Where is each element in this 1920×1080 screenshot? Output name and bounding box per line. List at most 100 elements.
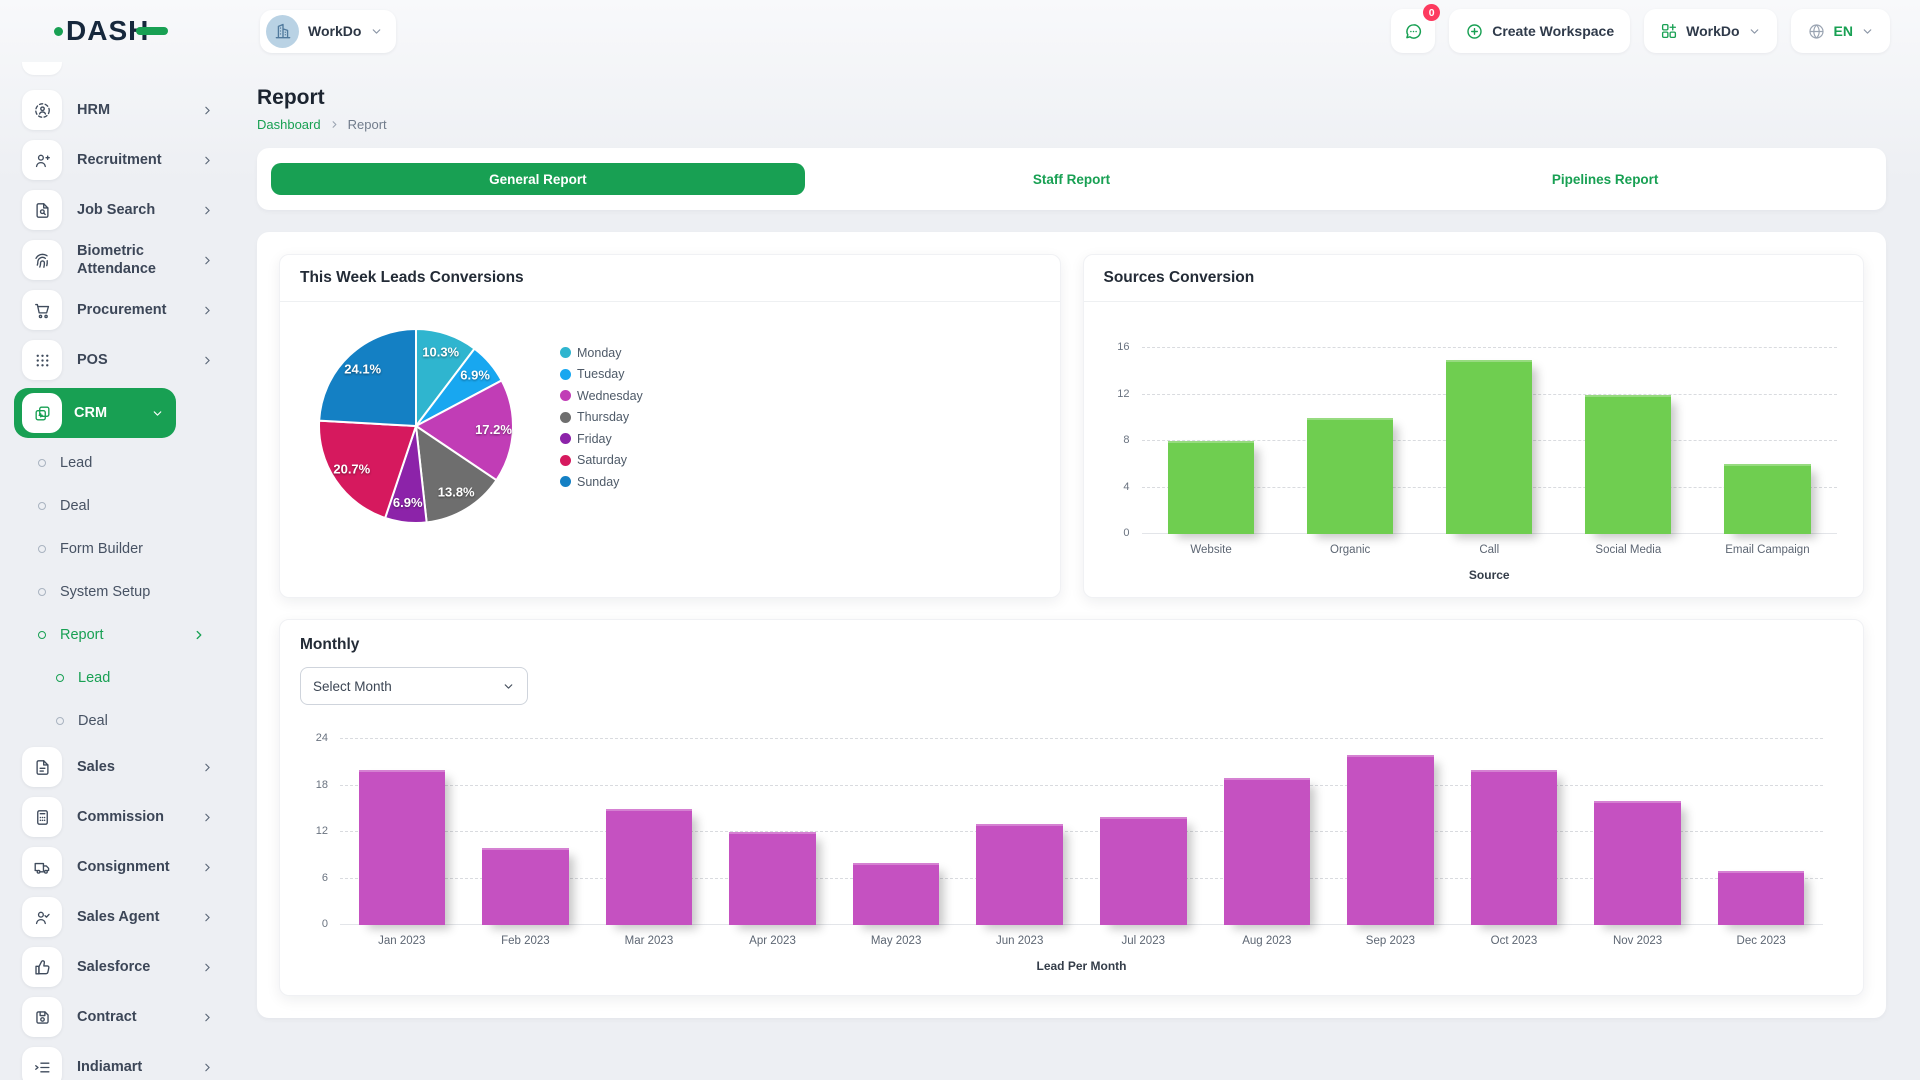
- bar-slot: [1576, 739, 1700, 925]
- main-content: Report Dashboard Report General ReportSt…: [230, 62, 1920, 1080]
- create-workspace-button[interactable]: Create Workspace: [1449, 9, 1630, 53]
- sidebar-item-sales[interactable]: Sales: [0, 742, 230, 792]
- bar-slot: [711, 739, 835, 925]
- y-tick-label: 16: [1117, 341, 1129, 353]
- sidebar-item-label: Commission: [77, 808, 186, 826]
- sidebar-subitem-lead[interactable]: Lead: [0, 656, 230, 699]
- breadcrumb-dashboard-link[interactable]: Dashboard: [257, 117, 321, 132]
- legend-item-thursday[interactable]: Thursday: [560, 407, 643, 429]
- legend-label: Tuesday: [577, 367, 624, 381]
- monthly-card-header: Monthly Select Month: [280, 620, 1863, 705]
- y-tick-label: 0: [1123, 527, 1129, 539]
- sidebar-item-hrm[interactable]: HRM: [0, 85, 230, 135]
- monthly-card-title: Monthly: [300, 636, 1843, 654]
- x-axis-labels: Jan 2023Feb 2023Mar 2023Apr 2023May 2023…: [340, 935, 1823, 947]
- sidebar-subitem-system-setup[interactable]: System Setup: [0, 570, 230, 613]
- bar-slot: [464, 739, 588, 925]
- legend-item-wednesday[interactable]: Wednesday: [560, 385, 643, 407]
- breadcrumb: Dashboard Report: [257, 117, 1886, 132]
- bullet-icon: [38, 588, 46, 596]
- app-switcher-button[interactable]: WorkDo: [1644, 9, 1776, 53]
- chevron-right-icon: [201, 811, 214, 824]
- language-selector[interactable]: EN: [1791, 9, 1890, 53]
- sidebar-item-job-search[interactable]: Job Search: [0, 185, 230, 235]
- legend-item-friday[interactable]: Friday: [560, 428, 643, 450]
- workspace-name: WorkDo: [308, 23, 361, 39]
- sidebar-item-pos[interactable]: POS: [0, 335, 230, 385]
- plot-area: 0 4 8 12 16: [1142, 348, 1838, 534]
- sidebar-subitem-lead[interactable]: Lead: [0, 441, 230, 484]
- grid-plus-icon: [1660, 22, 1678, 40]
- sidebar-item-sales-agent[interactable]: Sales Agent: [0, 892, 230, 942]
- job-search-icon: [22, 190, 62, 230]
- recruitment-icon: [22, 140, 62, 180]
- sidebar-subitem-label: Lead: [60, 455, 92, 471]
- legend-item-sunday[interactable]: Sunday: [560, 471, 643, 493]
- legend-label: Thursday: [577, 410, 629, 424]
- bar-call: [1446, 360, 1532, 534]
- commission-icon: [22, 797, 62, 837]
- week-leads-chart-area: 10.3%6.9%17.2%13.8%6.9%20.7%24.1% Monday…: [280, 302, 1060, 526]
- chevron-right-icon: [192, 628, 206, 642]
- x-tick-label: Aug 2023: [1205, 935, 1329, 947]
- sidebar-subitem-report[interactable]: Report: [0, 613, 230, 656]
- bar-oct-2023: [1471, 770, 1558, 925]
- bar-jul-2023: [1100, 817, 1187, 926]
- legend-dot-icon: [560, 369, 571, 380]
- legend-dot-icon: [560, 455, 571, 466]
- sidebar-subitem-form-builder[interactable]: Form Builder: [0, 527, 230, 570]
- create-workspace-label: Create Workspace: [1492, 23, 1614, 39]
- sidebar-item-procurement[interactable]: Procurement: [0, 285, 230, 335]
- tab-staff-report[interactable]: Staff Report: [805, 163, 1339, 195]
- sidebar-item-commission[interactable]: Commission: [0, 792, 230, 842]
- sidebar-item-salesforce[interactable]: Salesforce: [0, 942, 230, 992]
- legend-item-monday[interactable]: Monday: [560, 342, 643, 364]
- sidebar-subitem-deal[interactable]: Deal: [0, 699, 230, 742]
- sidebar-subitem-deal[interactable]: Deal: [0, 484, 230, 527]
- legend-item-saturday[interactable]: Saturday: [560, 450, 643, 472]
- sources-card: Sources Conversion 0 4 8 12 16 WebsiteOr…: [1083, 254, 1865, 598]
- breadcrumb-chevron-icon: [329, 119, 340, 130]
- sidebar-item-label: Sales: [77, 758, 186, 776]
- bar-slot: [1452, 739, 1576, 925]
- y-tick-label: 4: [1123, 481, 1129, 493]
- chevron-down-icon: [1861, 25, 1874, 38]
- bar-nov-2023: [1594, 801, 1681, 925]
- sidebar-item-label: POS: [77, 351, 186, 369]
- messages-button[interactable]: 0: [1391, 9, 1435, 53]
- tab-general-report[interactable]: General Report: [271, 163, 805, 195]
- messages-badge: 0: [1423, 4, 1440, 21]
- legend-dot-icon: [560, 347, 571, 358]
- tab-pipelines-report[interactable]: Pipelines Report: [1338, 163, 1872, 195]
- indiamart-icon: [22, 1047, 62, 1080]
- sidebar-item-consignment[interactable]: Consignment: [0, 842, 230, 892]
- bar-feb-2023: [482, 848, 569, 926]
- bar-organic: [1307, 418, 1393, 534]
- report-tabs: General ReportStaff ReportPipelines Repo…: [257, 148, 1886, 210]
- breadcrumb-current: Report: [348, 117, 387, 132]
- pie-value-label: 13.8%: [438, 484, 475, 499]
- sidebar-item-recruitment[interactable]: Recruitment: [0, 135, 230, 185]
- x-axis-labels: WebsiteOrganicCallSocial MediaEmail Camp…: [1142, 544, 1838, 556]
- chevron-right-icon: [201, 354, 214, 367]
- pie-legend: Monday Tuesday Wednesday Thursday Friday…: [560, 342, 643, 493]
- workspace-selector[interactable]: WorkDo: [260, 10, 396, 53]
- pie-slice-sunday: [319, 329, 416, 426]
- month-select[interactable]: Select Month: [300, 667, 528, 705]
- app-logo[interactable]: DASH: [54, 15, 168, 47]
- pie-value-label: 6.9%: [460, 368, 490, 383]
- top-header: DASH WorkDo 0 Create Workspace WorkDo EN: [0, 0, 1920, 62]
- bar-slot: [1699, 739, 1823, 925]
- y-tick-label: 24: [316, 732, 328, 744]
- week-leads-card-title: This Week Leads Conversions: [280, 255, 1060, 302]
- legend-label: Saturday: [577, 453, 627, 467]
- sidebar-item-label: Indiamart: [77, 1058, 186, 1076]
- sidebar-item-contract[interactable]: Contract: [0, 992, 230, 1042]
- sidebar-item-indiamart[interactable]: Indiamart: [0, 1042, 230, 1080]
- bullet-icon: [56, 674, 64, 682]
- legend-item-tuesday[interactable]: Tuesday: [560, 364, 643, 386]
- sidebar-item-biometric-attendance[interactable]: Biometric Attendance: [0, 235, 230, 285]
- procurement-icon: [22, 290, 62, 330]
- sidebar-item-crm[interactable]: CRM: [14, 388, 176, 438]
- sidebar-item-label: Job Search: [77, 201, 186, 219]
